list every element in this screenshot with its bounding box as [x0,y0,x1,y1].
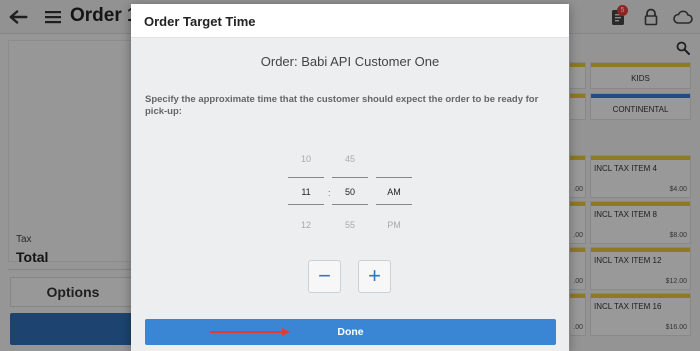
increment-button[interactable]: + [358,260,391,293]
order-label: Order: Babi API Customer One [260,54,440,69]
minute-bottom-line [332,204,368,205]
minute-next[interactable]: 55 [332,220,368,230]
period-next[interactable]: PM [376,220,412,230]
hour-prev[interactable]: 10 [288,154,324,164]
period-picker[interactable]: AM PM [376,154,412,234]
period-top-line [376,177,412,178]
hour-top-line [288,177,324,178]
period-selected[interactable]: AM [376,187,412,197]
period-bottom-line [376,204,412,205]
minus-icon: − [318,263,331,288]
minute-prev[interactable]: 45 [332,154,368,164]
order-target-time-dialog: Order Target Time Order: Babi API Custom… [131,4,569,351]
minute-picker[interactable]: 45 50 55 [332,154,368,234]
minute-selected[interactable]: 50 [332,187,368,197]
minute-top-line [332,177,368,178]
hour-next[interactable]: 12 [288,220,324,230]
plus-icon: + [368,263,381,288]
done-button[interactable]: Done [145,319,556,345]
dialog-header: Order Target Time [131,4,569,38]
hour-bottom-line [288,204,324,205]
decrement-button[interactable]: − [308,260,341,293]
hour-selected[interactable]: 11 [288,187,324,197]
done-button-label: Done [337,326,364,338]
dialog-title: Order Target Time [144,14,256,29]
hour-picker[interactable]: 10 11 12 [288,154,324,234]
instructions-text: Specify the approximate time that the cu… [145,94,539,117]
time-separator: : [328,188,331,198]
